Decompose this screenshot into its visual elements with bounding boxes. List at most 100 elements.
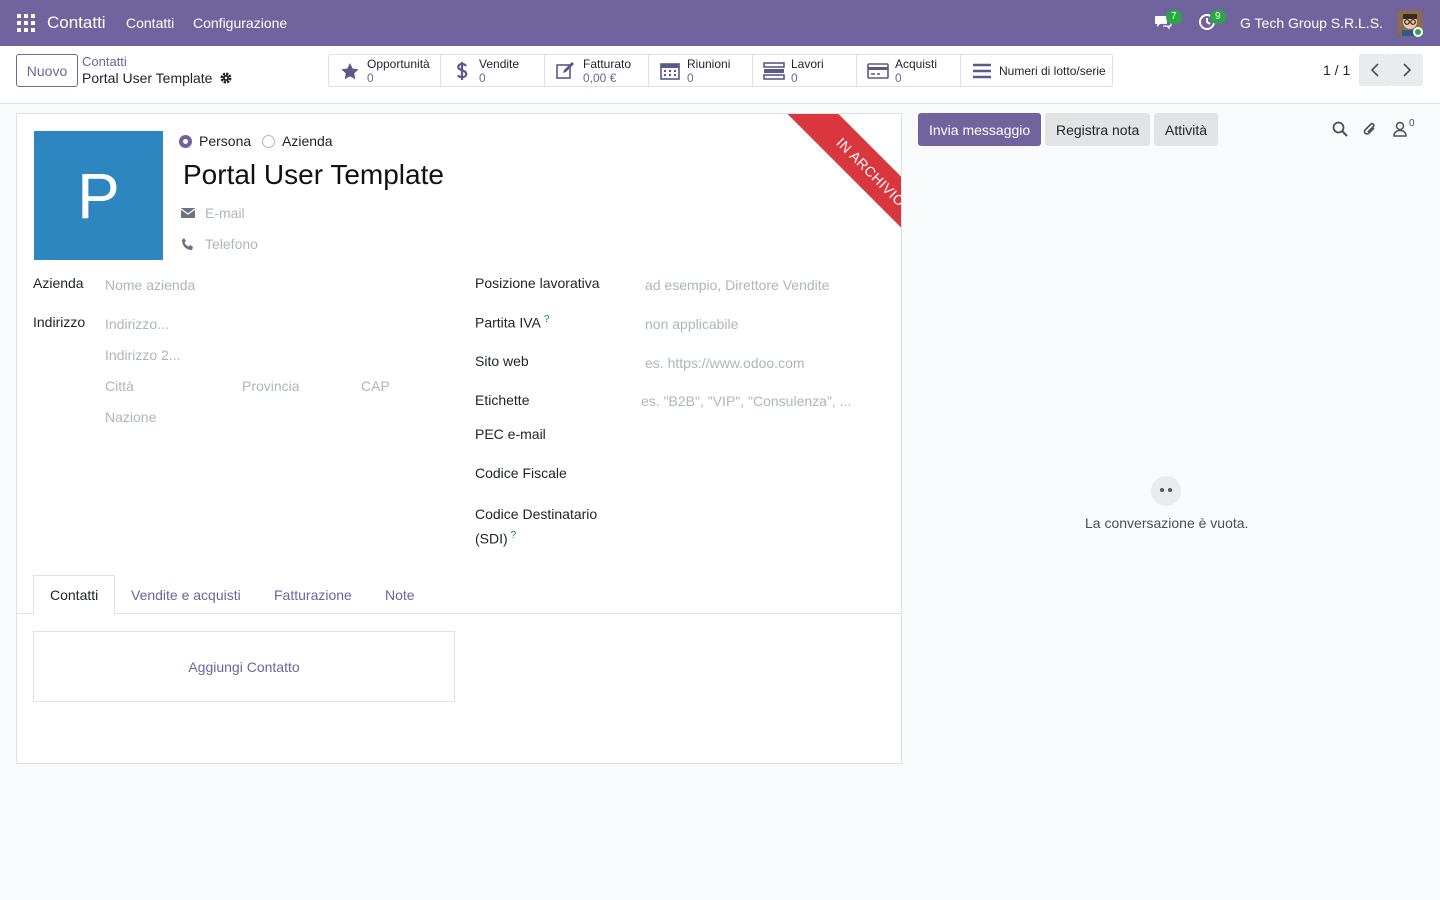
control-panel: Nuovo Contatti Portal User Template Oppo… — [0, 46, 1440, 104]
tab-note[interactable]: Note — [369, 575, 431, 614]
credit-card-icon — [867, 62, 889, 80]
pager-next-button[interactable] — [1391, 54, 1423, 86]
radio-label: Persona — [199, 133, 252, 149]
stat-label: Lavori — [791, 56, 824, 71]
user-icon — [1393, 121, 1407, 137]
list-icon — [971, 62, 993, 80]
sdi-label-line1: Codice Destinatario — [475, 506, 598, 522]
calendar-icon — [659, 62, 681, 80]
smart-buttons: Opportunità 0 Vendite 0 Fatturato 0,00 € Ri… — [328, 54, 1113, 87]
send-message-button[interactable]: Invia messaggio — [918, 113, 1042, 146]
stat-lavori-button[interactable]: Lavori 0 — [753, 55, 857, 86]
stat-fatturato-button[interactable]: Fatturato 0,00 € — [545, 55, 649, 86]
menu-configurazione[interactable]: Configurazione — [193, 15, 287, 31]
stat-label: Opportunità — [367, 56, 430, 71]
pager-value[interactable]: 1 / 1 — [1323, 62, 1350, 78]
followers-button[interactable]: 0 — [1393, 118, 1421, 139]
vat-input[interactable]: non applicabile — [645, 316, 738, 332]
radio-selected-icon — [179, 134, 192, 148]
stat-value: 0 — [791, 70, 798, 85]
partner-avatar[interactable]: P — [34, 131, 163, 260]
followers-count: 0 — [1409, 118, 1415, 129]
email-field[interactable]: E-mail — [181, 205, 245, 221]
activities-count-badge: 9 — [1210, 10, 1226, 24]
messages-button[interactable]: 7 — [1154, 10, 1182, 33]
empty-conversation-icon — [1151, 476, 1181, 506]
empty-conversation-text: La conversazione è vuota. — [1085, 515, 1249, 531]
job-input[interactable]: ad esempio, Direttore Vendite — [645, 277, 829, 293]
menu-contatti[interactable]: Contatti — [126, 15, 174, 31]
partner-name-input[interactable]: Portal User Template — [183, 159, 444, 191]
add-contact-button[interactable]: Aggiungi Contatto — [33, 631, 455, 702]
chevron-left-icon — [1370, 63, 1379, 77]
fiscal-code-label: Codice Fiscale — [475, 465, 567, 481]
stat-opportunita-button[interactable]: Opportunità 0 — [329, 55, 441, 86]
envelope-icon — [181, 208, 195, 218]
pager-previous-button[interactable] — [1359, 54, 1391, 86]
province-input[interactable]: Provincia — [242, 378, 300, 394]
top-navbar: Contatti Contatti Configurazione 7 9 G T… — [0, 0, 1440, 46]
stat-vendite-button[interactable]: Vendite 0 — [441, 55, 545, 86]
country-input[interactable]: Nazione — [105, 409, 156, 425]
vat-help-icon[interactable]: ? — [544, 314, 550, 325]
sdi-label: Codice Destinatario (SDI)? — [475, 504, 597, 550]
tab-contatti[interactable]: Contatti — [33, 575, 116, 615]
stat-label: Fatturato — [583, 56, 632, 71]
company-input[interactable]: Nome azienda — [105, 277, 195, 293]
stat-acquisti-button[interactable]: Acquisti 0 — [857, 55, 961, 86]
website-input[interactable]: es. https://www.odoo.com — [645, 355, 805, 371]
breadcrumb-parent[interactable]: Contatti — [82, 54, 127, 69]
activities-button-chatter[interactable]: Attività — [1154, 113, 1219, 146]
chevron-right-icon — [1403, 63, 1412, 77]
form-sheet: P Persona Azienda Portal User Template E… — [16, 113, 902, 764]
company-label: Azienda — [33, 275, 84, 291]
company-switcher[interactable]: G Tech Group S.R.L.S. — [1240, 15, 1383, 31]
activities-button[interactable]: 9 — [1198, 10, 1226, 33]
stat-lotti-button[interactable]: Numeri di lotto/serie — [961, 55, 1112, 86]
messages-count-badge: 7 — [1166, 10, 1182, 24]
street2-input[interactable]: Indirizzo 2... — [105, 347, 180, 363]
new-button[interactable]: Nuovo — [16, 54, 78, 87]
city-input[interactable]: Città — [105, 378, 134, 394]
sdi-label-line2: (SDI) — [475, 530, 508, 547]
tab-vendite-acquisti[interactable]: Vendite e acquisti — [115, 575, 257, 614]
email-placeholder: E-mail — [205, 205, 245, 221]
archived-ribbon: IN ARCHIVIO — [751, 114, 901, 264]
phone-field[interactable]: Telefono — [181, 236, 258, 252]
paperclip-icon[interactable] — [1361, 120, 1379, 138]
notebook-tabs: Contatti Vendite e acquisti Fatturazione… — [17, 575, 901, 615]
stat-value: 0 — [479, 70, 486, 85]
tasks-icon — [763, 61, 785, 80]
radio-azienda[interactable]: Azienda — [262, 133, 333, 149]
phone-placeholder: Telefono — [205, 236, 258, 252]
search-icon[interactable] — [1331, 120, 1349, 138]
tab-fatturazione[interactable]: Fatturazione — [258, 575, 368, 614]
ribbon-text: IN ARCHIVIO — [784, 114, 901, 259]
stat-value: 0,00 € — [583, 70, 617, 85]
online-status-icon — [1413, 27, 1423, 37]
stat-value: 0 — [687, 70, 694, 85]
app-name[interactable]: Contatti — [47, 13, 106, 33]
gear-icon[interactable] — [219, 71, 233, 85]
radio-persona[interactable]: Persona — [179, 133, 251, 149]
breadcrumb-current: Portal User Template — [82, 70, 213, 86]
website-label: Sito web — [475, 353, 529, 369]
stat-riunioni-button[interactable]: Riunioni 0 — [649, 55, 753, 86]
star-icon — [339, 62, 361, 80]
tags-input[interactable]: es. "B2B", "VIP", "Consulenza", ... — [641, 393, 851, 409]
address-label: Indirizzo — [33, 314, 86, 330]
pec-label: PEC e-mail — [475, 426, 546, 442]
vat-label: Partita IVA? — [475, 314, 549, 331]
stat-value: 0 — [367, 70, 374, 85]
apps-menu-icon[interactable] — [17, 14, 35, 32]
sdi-help-icon[interactable]: ? — [511, 530, 517, 541]
street-input[interactable]: Indirizzo... — [105, 316, 169, 332]
vat-label-text: Partita IVA — [475, 314, 541, 331]
stat-label: Riunioni — [687, 56, 731, 71]
tags-label: Etichette — [475, 392, 530, 408]
zip-input[interactable]: CAP — [361, 378, 390, 394]
radio-label: Azienda — [282, 133, 333, 149]
dollar-icon — [451, 61, 473, 80]
log-note-button[interactable]: Registra nota — [1045, 113, 1151, 146]
stat-label: Vendite — [479, 56, 520, 71]
